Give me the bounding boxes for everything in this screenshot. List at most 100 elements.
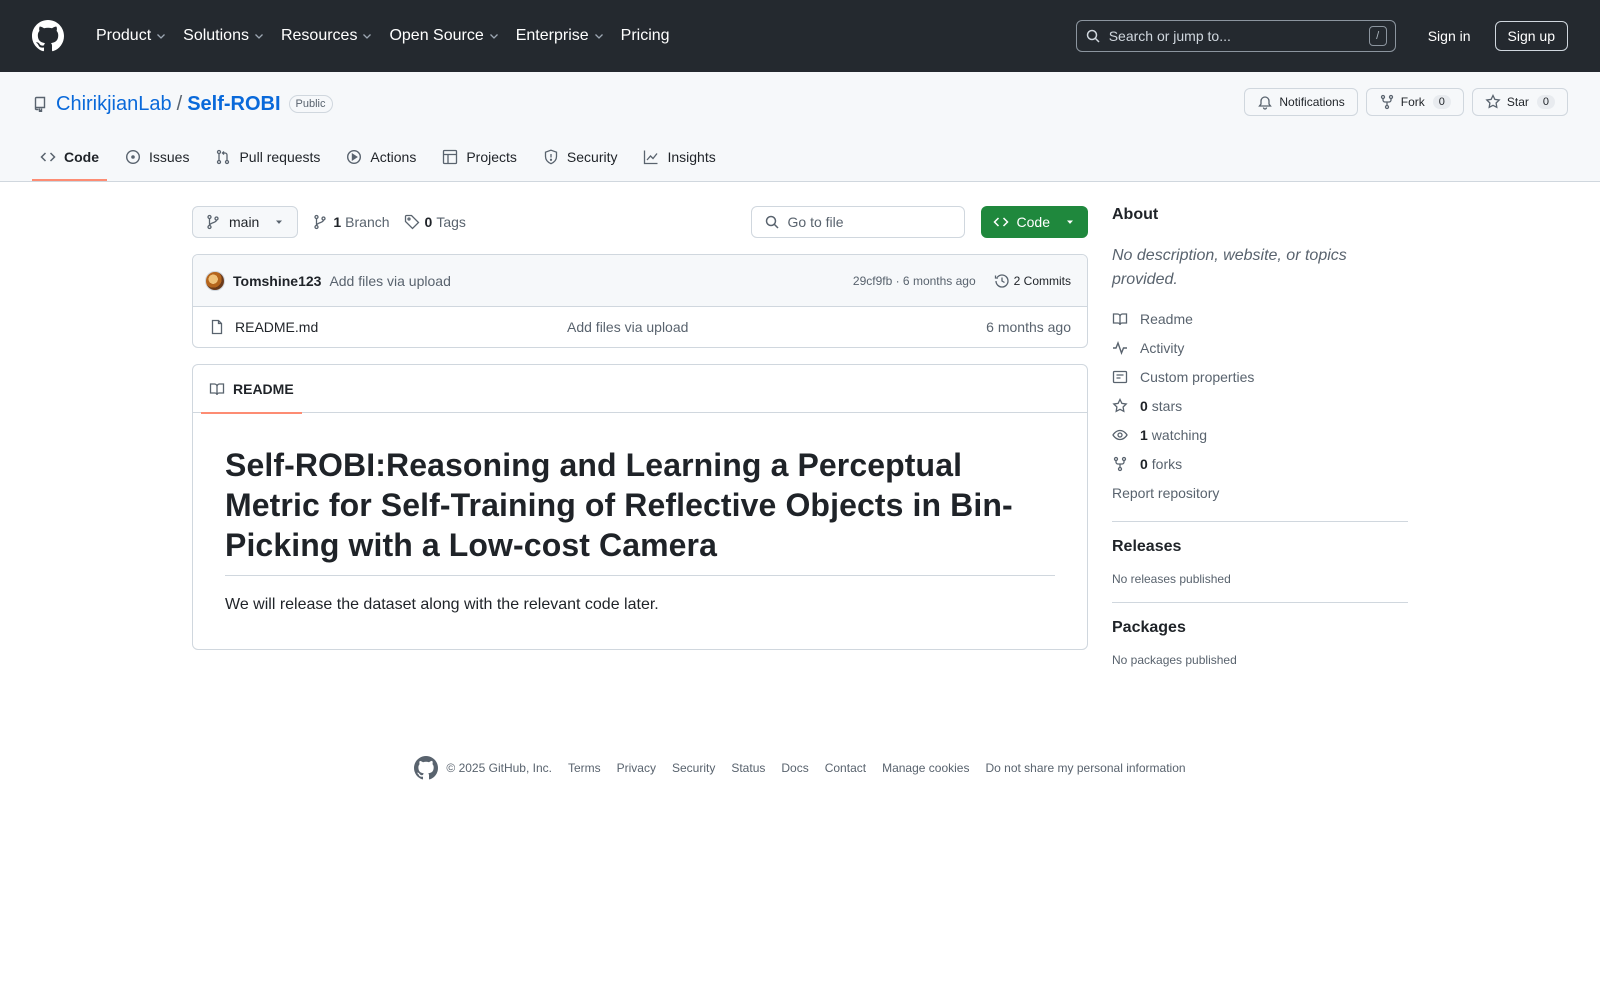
watchers-link[interactable]: 1 watching <box>1112 420 1408 449</box>
nav-label: Enterprise <box>515 27 589 44</box>
chevron-down-icon <box>594 34 603 39</box>
triangle-down-icon <box>1067 220 1073 224</box>
nav-enterprise[interactable]: Enterprise <box>508 20 613 52</box>
tab-pull-requests[interactable]: Pull requests <box>207 133 328 181</box>
search-icon <box>1086 29 1100 43</box>
nav-solutions[interactable]: Solutions <box>175 20 273 52</box>
fork-icon <box>1380 94 1393 110</box>
tab-label: Code <box>64 149 99 165</box>
nav-resources[interactable]: Resources <box>273 20 381 52</box>
footer-link-contact[interactable]: Contact <box>825 761 866 775</box>
book-icon <box>209 382 225 395</box>
git-branch-icon <box>207 214 219 230</box>
go-to-file-input[interactable]: Go to file <box>750 206 965 238</box>
packages-empty-text: No packages published <box>1112 653 1237 667</box>
forks-link[interactable]: 0 forks <box>1112 449 1408 478</box>
tab-readme[interactable]: README <box>201 365 302 414</box>
commit-hash-time[interactable]: 29cf9fb · 6 months ago <box>853 274 976 288</box>
divider <box>1112 521 1408 522</box>
tags-link[interactable]: 0 Tags <box>404 214 466 230</box>
packages-heading[interactable]: Packages <box>1112 619 1408 637</box>
code-icon <box>992 217 1009 227</box>
footer-link-manage-cookies[interactable]: Manage cookies <box>882 761 969 775</box>
forks-count: 0 <box>1140 455 1148 472</box>
repo-icon <box>34 96 46 112</box>
report-repository-link[interactable]: Report repository <box>1112 478 1408 507</box>
nav-label: Open Source <box>389 27 484 44</box>
branches-link[interactable]: 1 Branch <box>312 214 390 230</box>
tab-projects[interactable]: Projects <box>434 133 525 181</box>
activity-link[interactable]: Activity <box>1112 333 1408 362</box>
file-commit-message[interactable]: Add files via upload <box>567 319 688 335</box>
go-to-file-placeholder: Go to file <box>787 214 844 230</box>
footer-link-terms[interactable]: Terms <box>568 761 601 775</box>
releases-empty-text: No releases published <box>1112 572 1231 586</box>
file-name[interactable]: README.md <box>235 319 567 335</box>
file-commit-time: 6 months ago <box>986 319 1071 335</box>
avatar[interactable] <box>205 270 225 291</box>
nav-open-source[interactable]: Open Source <box>381 20 507 52</box>
tag-label: Tags <box>436 214 466 230</box>
tab-label: Insights <box>667 149 716 165</box>
fork-button[interactable]: Fork 0 <box>1365 88 1464 116</box>
stars-link[interactable]: 0 stars <box>1112 391 1408 420</box>
code-dropdown-button[interactable]: Code <box>980 206 1088 238</box>
issue-opened-icon <box>125 149 141 165</box>
readme-panel: README Self-ROBI:Reasoning and Learning … <box>192 364 1088 650</box>
note-icon <box>1112 370 1128 383</box>
custom-properties-link[interactable]: Custom properties <box>1112 362 1408 391</box>
sign-up-button[interactable]: Sign up <box>1494 21 1568 51</box>
repo-actions: Notifications Fork 0 Star 0 <box>1244 88 1568 116</box>
notifications-label: Notifications <box>1279 95 1345 109</box>
repo-name-link[interactable]: Self-ROBI <box>187 93 280 116</box>
github-logo-icon[interactable] <box>32 20 64 52</box>
branch-selector-button[interactable]: main <box>192 206 299 238</box>
commits-link[interactable]: 2 Commits <box>994 273 1071 289</box>
tab-actions[interactable]: Actions <box>338 133 424 181</box>
tab-security[interactable]: Security <box>535 133 626 181</box>
code-button-label: Code <box>1016 214 1050 230</box>
commit-author[interactable]: Tomshine123 <box>233 273 321 289</box>
readme-link[interactable]: Readme <box>1112 304 1408 333</box>
nav-label: Solutions <box>183 27 249 44</box>
star-count: 0 <box>1536 95 1555 109</box>
search-icon <box>765 215 779 229</box>
readme-paragraph: We will release the dataset along with t… <box>225 596 659 613</box>
chevron-down-icon <box>157 34 166 39</box>
shield-icon <box>544 149 558 165</box>
triangle-down-icon <box>276 220 283 224</box>
footer-link-privacy[interactable]: Privacy <box>617 761 656 775</box>
notifications-button[interactable]: Notifications <box>1244 88 1358 116</box>
footer-link-docs[interactable]: Docs <box>781 761 808 775</box>
latest-commit: Tomshine123 Add files via upload 29cf9fb… <box>193 255 1087 307</box>
footer-link-do-not-share[interactable]: Do not share my personal information <box>985 761 1185 775</box>
activity-label: Activity <box>1140 339 1185 356</box>
sign-in-link[interactable]: Sign in <box>1420 22 1479 50</box>
footer-link-security[interactable]: Security <box>672 761 715 775</box>
global-search-input[interactable]: Search or jump to... / <box>1075 20 1396 52</box>
search-placeholder: Search or jump to... <box>1108 28 1231 44</box>
tab-issues[interactable]: Issues <box>117 133 197 181</box>
tab-insights[interactable]: Insights <box>635 133 723 181</box>
commit-message[interactable]: Add files via upload <box>329 273 450 289</box>
forks-label: forks <box>1151 455 1183 472</box>
star-label: Star <box>1506 95 1529 109</box>
chevron-down-icon <box>255 34 263 39</box>
star-button[interactable]: Star 0 <box>1471 88 1568 116</box>
github-logo-icon[interactable] <box>414 756 439 780</box>
tab-code[interactable]: Code <box>32 133 107 181</box>
star-icon <box>1485 94 1501 109</box>
releases-heading[interactable]: Releases <box>1112 538 1408 556</box>
repo-owner-link[interactable]: ChirikjianLab <box>56 93 172 116</box>
nav-product[interactable]: Product <box>88 20 175 52</box>
git-branch-icon <box>314 214 327 230</box>
code-icon <box>40 152 56 162</box>
table-row[interactable]: README.md Add files via upload 6 months … <box>193 307 1087 347</box>
footer-link-status[interactable]: Status <box>731 761 765 775</box>
graph-icon <box>644 150 658 165</box>
tab-label: Issues <box>149 149 190 165</box>
nav-pricing[interactable]: Pricing <box>613 20 678 52</box>
file-list: Tomshine123 Add files via upload 29cf9fb… <box>192 254 1088 348</box>
tab-label: Security <box>566 149 618 165</box>
about-description: No description, website, or topics provi… <box>1112 247 1347 288</box>
